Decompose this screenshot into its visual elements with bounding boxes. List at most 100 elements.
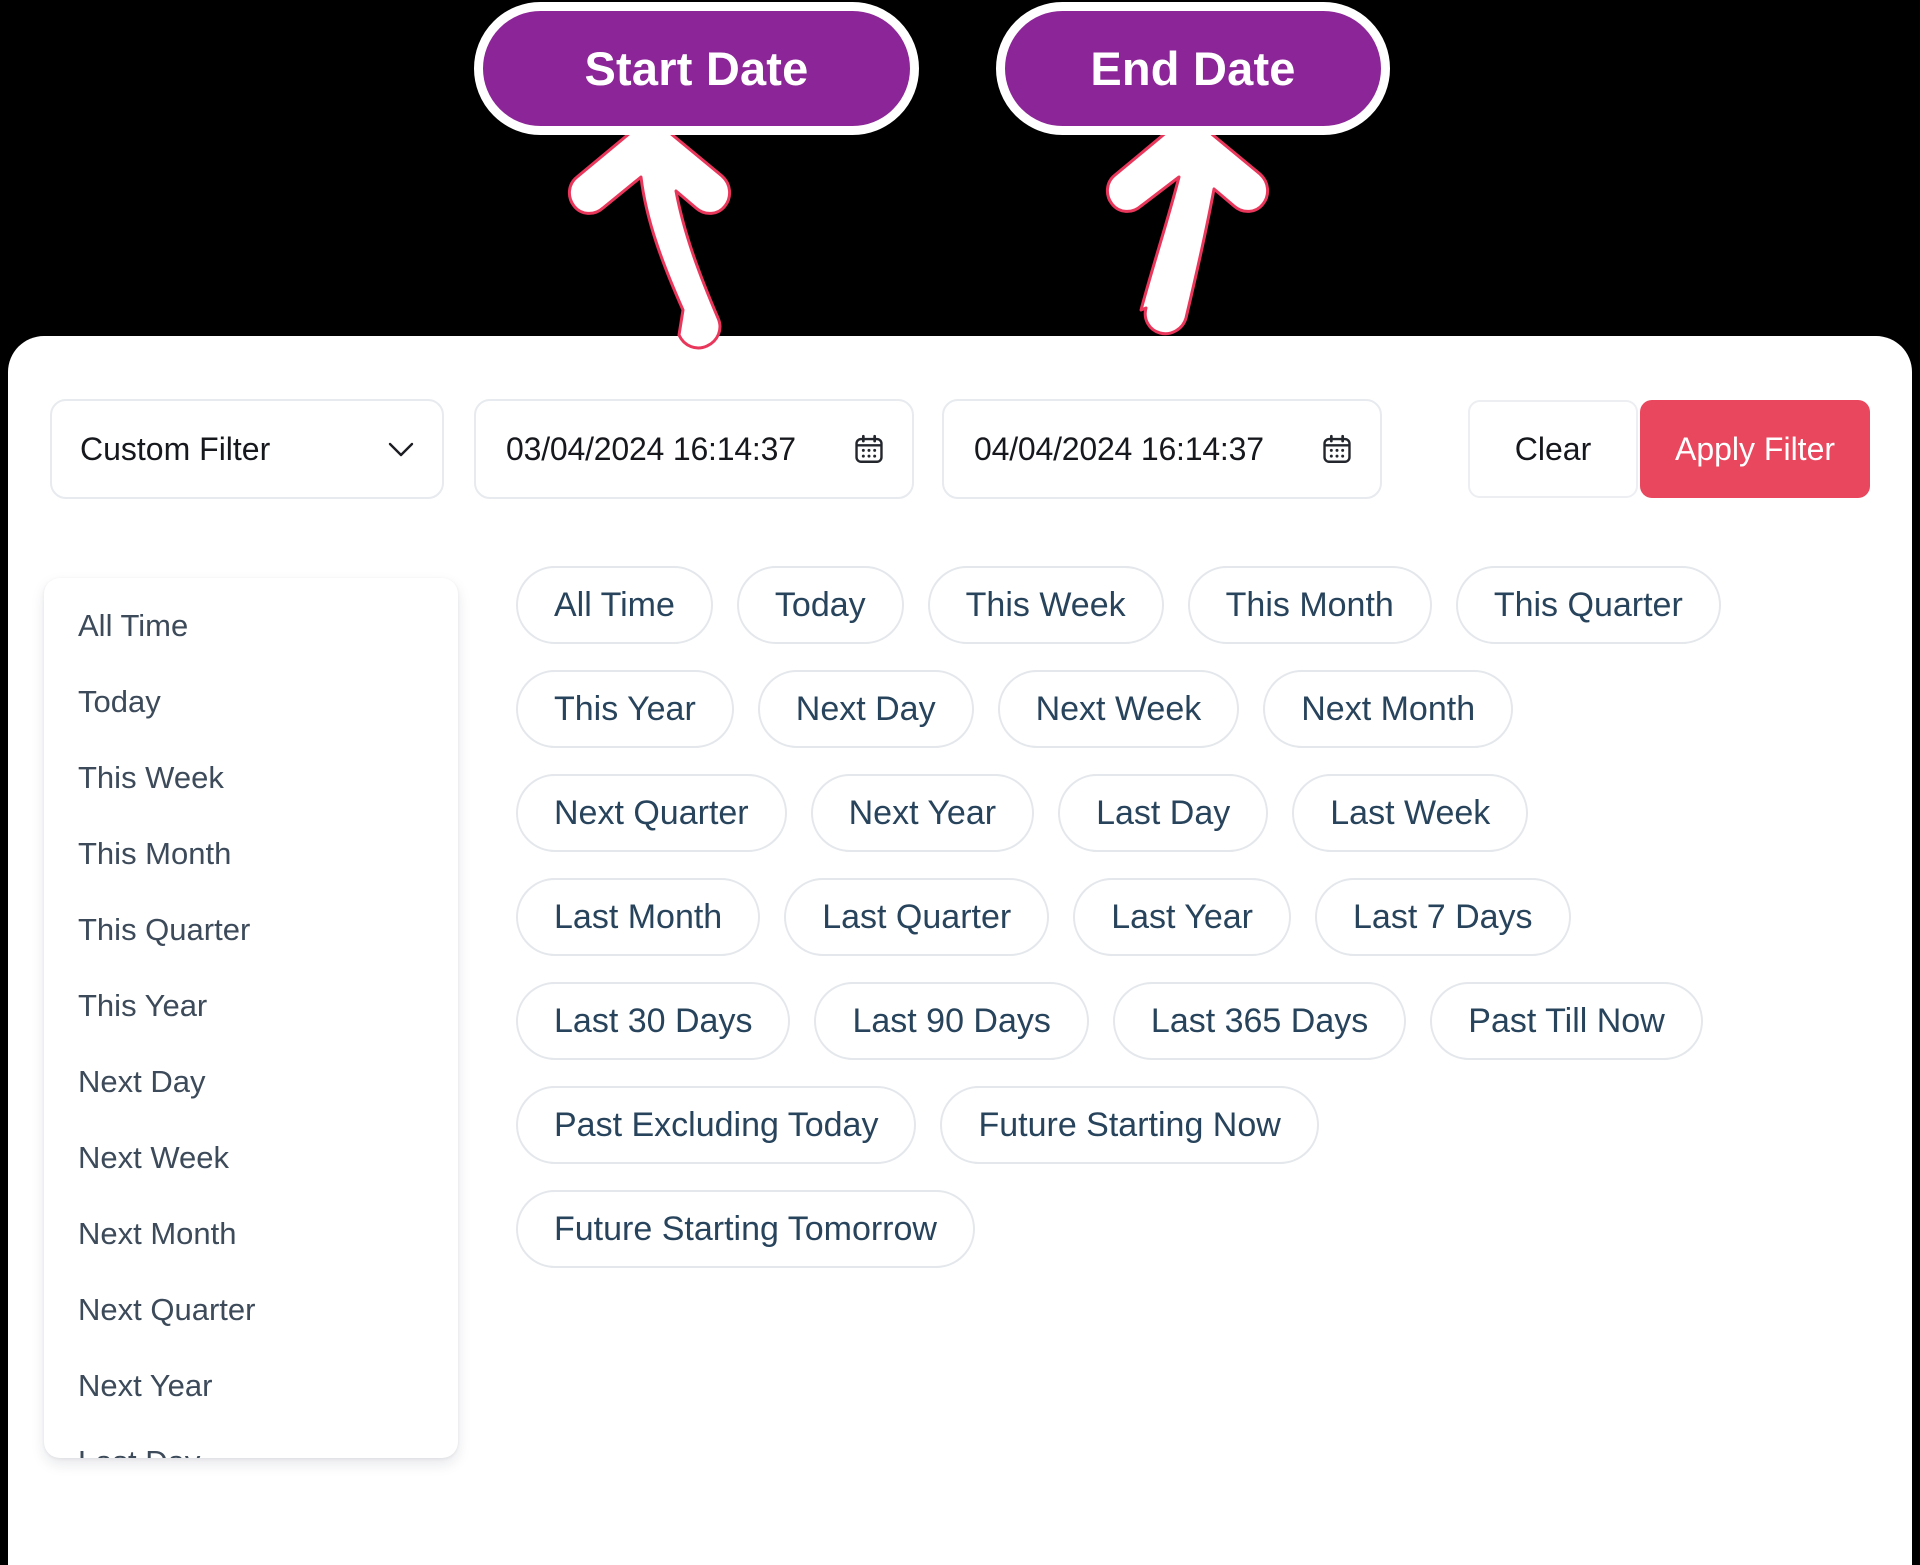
- callout-end-date: End Date: [996, 2, 1390, 135]
- chip-label: Last Quarter: [822, 898, 1011, 937]
- chip-label: Next Day: [796, 690, 936, 729]
- sidebar-item-label: Next Week: [78, 1140, 229, 1176]
- chip-label: Past Excluding Today: [554, 1106, 878, 1145]
- chip-row: Last Month Last Quarter Last Year Last 7…: [516, 878, 1896, 956]
- chip-last-7-days[interactable]: Last 7 Days: [1315, 878, 1571, 956]
- filter-actions: Clear Apply Filter: [1468, 400, 1870, 498]
- chip-label: Future Starting Now: [978, 1106, 1280, 1145]
- chip-label: Next Month: [1301, 690, 1475, 729]
- chip-last-day[interactable]: Last Day: [1058, 774, 1268, 852]
- chip-label: Last Day: [1096, 794, 1230, 833]
- date-filter-panel: Custom Filter 03/04/2024 16:14:37 04/04/…: [8, 336, 1912, 1565]
- chip-label: Next Week: [1036, 690, 1202, 729]
- chip-next-quarter[interactable]: Next Quarter: [516, 774, 787, 852]
- chip-row: Past Excluding Today Future Starting Now: [516, 1086, 1896, 1164]
- sidebar-item-label: Last Day: [78, 1444, 200, 1458]
- sidebar-item-label: Next Month: [78, 1216, 237, 1252]
- sidebar-item-last-day[interactable]: Last Day: [44, 1424, 458, 1458]
- chip-row: This Year Next Day Next Week Next Month: [516, 670, 1896, 748]
- arrow-to-start-date: [569, 130, 729, 348]
- sidebar-item-next-month[interactable]: Next Month: [44, 1196, 458, 1272]
- preset-chip-grid: All Time Today This Week This Month This…: [516, 566, 1896, 1294]
- start-date-value: 03/04/2024 16:14:37: [506, 431, 796, 468]
- chip-label: All Time: [554, 586, 675, 625]
- sidebar-item-label: Next Year: [78, 1368, 212, 1404]
- sidebar-item-all-time[interactable]: All Time: [44, 588, 458, 664]
- sidebar-item-this-year[interactable]: This Year: [44, 968, 458, 1044]
- chip-this-year[interactable]: This Year: [516, 670, 734, 748]
- arrow-to-end-date: [1107, 130, 1267, 334]
- chip-last-year[interactable]: Last Year: [1073, 878, 1291, 956]
- sidebar-item-label: All Time: [78, 608, 188, 644]
- custom-filter-select-value: Custom Filter: [80, 431, 270, 468]
- start-date-input[interactable]: 03/04/2024 16:14:37: [474, 399, 914, 499]
- chip-label: Today: [775, 586, 866, 625]
- sidebar-item-today[interactable]: Today: [44, 664, 458, 740]
- chip-past-excluding-today[interactable]: Past Excluding Today: [516, 1086, 916, 1164]
- sidebar-item-label: Today: [78, 684, 161, 720]
- chip-label: Past Till Now: [1468, 1002, 1665, 1041]
- chip-row: Next Quarter Next Year Last Day Last Wee…: [516, 774, 1896, 852]
- sidebar-item-this-month[interactable]: This Month: [44, 816, 458, 892]
- callout-start-date-label: Start Date: [584, 41, 808, 96]
- chip-label: Last 365 Days: [1151, 1002, 1368, 1041]
- chip-last-30-days[interactable]: Last 30 Days: [516, 982, 790, 1060]
- chip-last-quarter[interactable]: Last Quarter: [784, 878, 1049, 956]
- chip-label: Last Week: [1330, 794, 1490, 833]
- chip-next-week[interactable]: Next Week: [998, 670, 1240, 748]
- chip-past-till-now[interactable]: Past Till Now: [1430, 982, 1703, 1060]
- sidebar-item-label: Next Day: [78, 1064, 205, 1100]
- sidebar-item-this-week[interactable]: This Week: [44, 740, 458, 816]
- chip-next-year[interactable]: Next Year: [811, 774, 1034, 852]
- calendar-icon[interactable]: [852, 432, 886, 466]
- chip-last-90-days[interactable]: Last 90 Days: [814, 982, 1088, 1060]
- sidebar-item-label: This Year: [78, 988, 207, 1024]
- filter-toolbar: Custom Filter 03/04/2024 16:14:37 04/04/…: [50, 399, 1870, 499]
- chip-last-week[interactable]: Last Week: [1292, 774, 1528, 852]
- chip-label: Future Starting Tomorrow: [554, 1210, 937, 1249]
- sidebar-item-label: This Quarter: [78, 912, 250, 948]
- chip-label: Last 30 Days: [554, 1002, 752, 1041]
- chip-this-week[interactable]: This Week: [928, 566, 1164, 644]
- sidebar-item-next-year[interactable]: Next Year: [44, 1348, 458, 1424]
- chip-next-day[interactable]: Next Day: [758, 670, 974, 748]
- sidebar-item-next-day[interactable]: Next Day: [44, 1044, 458, 1120]
- chevron-down-icon: [388, 442, 414, 457]
- chip-row: Last 30 Days Last 90 Days Last 365 Days …: [516, 982, 1896, 1060]
- custom-filter-select[interactable]: Custom Filter: [50, 399, 444, 499]
- chip-label: This Quarter: [1494, 586, 1683, 625]
- chip-row: All Time Today This Week This Month This…: [516, 566, 1896, 644]
- chip-next-month[interactable]: Next Month: [1263, 670, 1513, 748]
- clear-button[interactable]: Clear: [1468, 400, 1638, 498]
- sidebar-item-next-quarter[interactable]: Next Quarter: [44, 1272, 458, 1348]
- chip-label: This Week: [966, 586, 1126, 625]
- chip-label: Last 90 Days: [852, 1002, 1050, 1041]
- chip-last-365-days[interactable]: Last 365 Days: [1113, 982, 1406, 1060]
- chip-future-starting-tomorrow[interactable]: Future Starting Tomorrow: [516, 1190, 975, 1268]
- sidebar-item-next-week[interactable]: Next Week: [44, 1120, 458, 1196]
- chip-label: Last Year: [1111, 898, 1253, 937]
- sidebar-item-label: Next Quarter: [78, 1292, 255, 1328]
- chip-today[interactable]: Today: [737, 566, 904, 644]
- chip-label: Next Year: [849, 794, 996, 833]
- chip-row: Future Starting Tomorrow: [516, 1190, 1896, 1268]
- end-date-input[interactable]: 04/04/2024 16:14:37: [942, 399, 1382, 499]
- callout-start-date: Start Date: [474, 2, 919, 135]
- chip-label: Last Month: [554, 898, 722, 937]
- sidebar-item-label: This Week: [78, 760, 224, 796]
- chip-label: Last 7 Days: [1353, 898, 1533, 937]
- preset-sidebar: All Time Today This Week This Month This…: [44, 578, 458, 1458]
- chip-label: This Month: [1226, 586, 1394, 625]
- chip-all-time[interactable]: All Time: [516, 566, 713, 644]
- chip-this-quarter[interactable]: This Quarter: [1456, 566, 1721, 644]
- sidebar-item-this-quarter[interactable]: This Quarter: [44, 892, 458, 968]
- sidebar-item-label: This Month: [78, 836, 231, 872]
- apply-filter-button[interactable]: Apply Filter: [1640, 400, 1870, 498]
- calendar-icon[interactable]: [1320, 432, 1354, 466]
- chip-last-month[interactable]: Last Month: [516, 878, 760, 956]
- chip-this-month[interactable]: This Month: [1188, 566, 1432, 644]
- chip-future-starting-now[interactable]: Future Starting Now: [940, 1086, 1318, 1164]
- chip-label: Next Quarter: [554, 794, 749, 833]
- end-date-value: 04/04/2024 16:14:37: [974, 431, 1264, 468]
- callout-end-date-label: End Date: [1090, 41, 1295, 96]
